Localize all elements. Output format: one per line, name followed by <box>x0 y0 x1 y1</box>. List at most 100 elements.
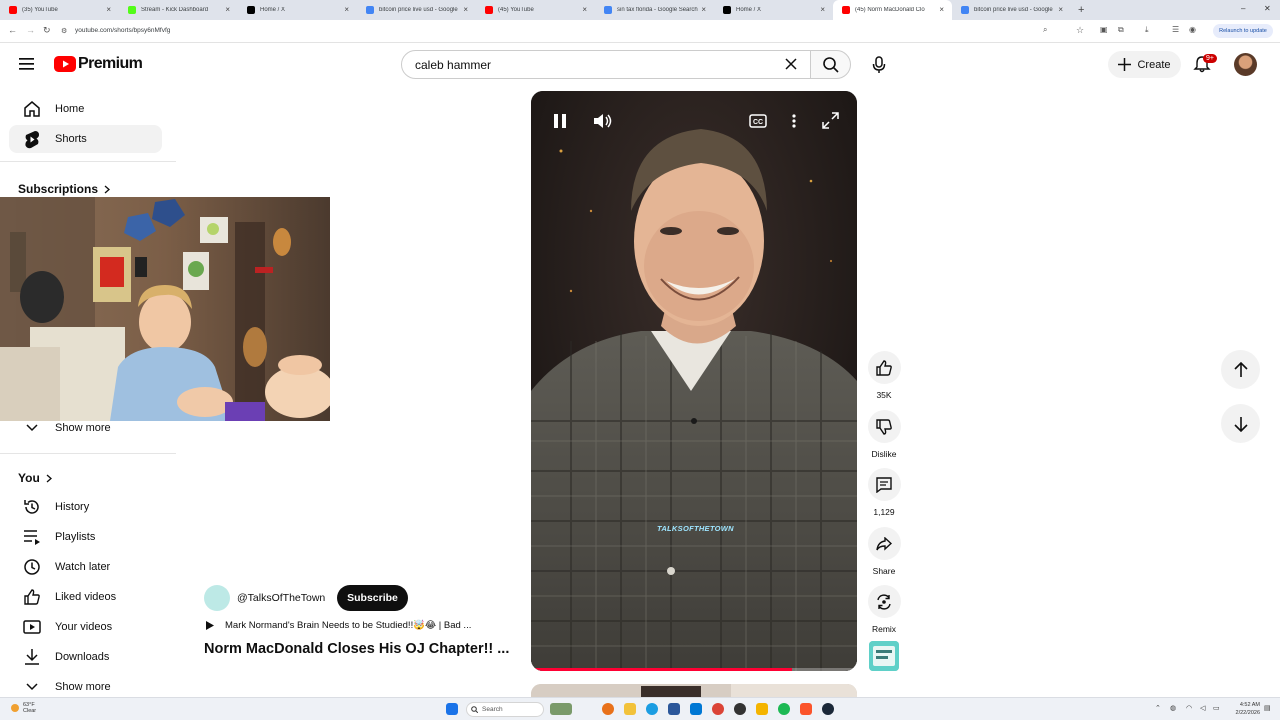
taskbar-clock[interactable]: 4:52 AM 2/22/2026 <box>1226 701 1260 717</box>
account-avatar[interactable] <box>1234 53 1257 76</box>
comments-button[interactable]: 1,129 <box>866 468 902 517</box>
puzzle-icon[interactable]: ⧉ <box>1118 25 1124 35</box>
short-title[interactable]: Norm MacDonald Closes His OJ Chapter!! .… <box>204 641 509 657</box>
back-icon[interactable]: ← <box>8 25 17 35</box>
bookmark-star-icon[interactable]: ☆ <box>1076 25 1084 36</box>
tab-close-icon[interactable]: × <box>1058 5 1063 14</box>
search-button[interactable] <box>810 50 851 79</box>
vlc-icon[interactable] <box>756 703 768 715</box>
share-button[interactable]: Share <box>866 527 902 576</box>
browser-tab[interactable]: bitcoin price live usd - Google × <box>952 0 1071 20</box>
weather-widget[interactable]: 63°F Clear <box>10 702 36 714</box>
chrome-icon[interactable] <box>712 703 724 715</box>
sidebar-item-history[interactable]: History <box>9 493 162 521</box>
premium-logo[interactable]: Premium <box>78 55 143 73</box>
subscribe-button[interactable]: Subscribe <box>337 585 408 611</box>
url-field[interactable]: youtube.com/shorts/bpsy6nMfvfg <box>75 27 170 34</box>
menu-icon[interactable] <box>19 57 35 71</box>
channel-avatar[interactable] <box>204 585 230 611</box>
widget-thumbnail-icon[interactable] <box>550 703 572 715</box>
tab-close-icon[interactable]: × <box>582 5 587 14</box>
file-explorer-icon[interactable] <box>624 703 636 715</box>
pause-button[interactable] <box>553 113 567 129</box>
channel-thumbnail[interactable] <box>869 641 899 671</box>
captions-button[interactable]: CC <box>749 114 767 128</box>
youtube-logo-icon[interactable] <box>54 56 76 72</box>
minimize-icon[interactable]: – <box>1241 4 1245 13</box>
channel-name[interactable]: @TalksOfTheTown <box>237 592 325 604</box>
reload-icon[interactable]: ↻ <box>43 25 51 36</box>
close-window-icon[interactable]: ✕ <box>1264 4 1271 13</box>
related-video-link[interactable]: Mark Normand's Brain Needs to be Studied… <box>205 620 471 631</box>
mail-icon[interactable] <box>690 703 702 715</box>
browser-tab[interactable]: bitcoin price live usd - Google × <box>357 0 476 20</box>
more-options-button[interactable] <box>791 113 797 129</box>
tab-close-icon[interactable]: × <box>820 5 825 14</box>
browser-tab[interactable]: Home / X × <box>714 0 833 20</box>
sidebar-item-liked-videos[interactable]: Liked videos <box>9 583 162 611</box>
notification-center-icon[interactable]: ▤ <box>1264 704 1271 712</box>
create-button[interactable]: Create <box>1108 51 1181 78</box>
site-info-icon[interactable]: ⚙ <box>61 27 67 35</box>
sidebar-item-home[interactable]: Home <box>9 95 162 123</box>
sidebar-item-downloads[interactable]: Downloads <box>9 643 162 671</box>
obs-icon[interactable] <box>734 703 746 715</box>
browser-tab[interactable]: Home / X × <box>238 0 357 20</box>
spotify-icon[interactable] <box>778 703 790 715</box>
relaunch-button[interactable]: Relaunch to update <box>1213 24 1273 38</box>
browser-tab[interactable]: sin tax florida - Google Search × <box>595 0 714 20</box>
browser-tab[interactable]: (45) Norm MacDonald Clo × <box>833 0 952 20</box>
download-browser-icon[interactable]: ⤓ <box>1145 25 1149 35</box>
sidebar-item-your-videos[interactable]: Your videos <box>9 613 162 641</box>
you-header[interactable]: You <box>18 471 52 485</box>
volume-button[interactable] <box>593 112 613 130</box>
next-short-button[interactable] <box>1221 404 1260 443</box>
edge-icon[interactable] <box>646 703 658 715</box>
dislike-button[interactable]: Dislike <box>866 410 902 459</box>
tab-close-icon[interactable]: × <box>344 5 349 14</box>
tab-close-icon[interactable]: × <box>225 5 230 14</box>
taskbar-search[interactable]: Search <box>466 702 544 717</box>
zoom-icon[interactable]: ⌕ <box>1043 25 1047 35</box>
tab-title: (35) YouTube <box>22 7 58 13</box>
browser-tab[interactable]: (45) YouTube × <box>476 0 595 20</box>
share-label: Share <box>872 566 896 576</box>
tab-close-icon[interactable]: × <box>701 5 706 14</box>
wifi-icon[interactable]: ◠ <box>1186 704 1192 712</box>
new-tab-button[interactable]: + <box>1078 4 1084 16</box>
battery-icon[interactable]: ▭ <box>1213 704 1220 712</box>
remix-button[interactable]: Remix <box>866 585 902 634</box>
tray-chevron-icon[interactable]: ⌃ <box>1155 704 1161 712</box>
browser-tab[interactable]: (35) YouTube × <box>0 0 119 20</box>
like-button[interactable]: 35K <box>866 351 902 400</box>
clear-search-icon[interactable] <box>784 56 798 72</box>
clock-date: 2/22/2026 <box>1235 710 1260 716</box>
brave-icon[interactable] <box>800 703 812 715</box>
tab-close-icon[interactable]: × <box>939 5 944 14</box>
tray-app-icon[interactable]: ◍ <box>1170 704 1176 712</box>
profile-icon[interactable]: ◉ <box>1189 25 1196 34</box>
store-icon[interactable] <box>668 703 680 715</box>
sidebar-item-shorts[interactable]: Shorts <box>9 125 162 153</box>
sidebar-item-watch-later[interactable]: Watch later <box>9 553 162 581</box>
search-input[interactable]: caleb hammer <box>401 50 811 79</box>
sidebar-item-playlists[interactable]: Playlists <box>9 523 162 551</box>
shorts-video-player[interactable]: CC TALKSOFTHETOWN <box>531 91 857 671</box>
tab-close-icon[interactable]: × <box>106 5 111 14</box>
start-menu-icon[interactable] <box>446 703 458 715</box>
browser-tab[interactable]: Stream - Kick Dashboard × <box>119 0 238 20</box>
speaker-icon[interactable]: ◁ <box>1200 704 1205 712</box>
fullscreen-button[interactable] <box>822 112 839 129</box>
sidebar-icon[interactable]: ☰ <box>1172 25 1179 34</box>
copilot-icon[interactable] <box>602 703 614 715</box>
previous-short-button[interactable] <box>1221 350 1260 389</box>
forward-icon[interactable]: → <box>26 25 35 35</box>
steam-icon[interactable] <box>822 703 834 715</box>
subscriptions-header[interactable]: Subscriptions <box>18 182 111 196</box>
sidebar-show-more-1[interactable]: Show more <box>9 414 162 442</box>
voice-search-button[interactable] <box>864 50 893 79</box>
taskbar-search-label: Search <box>482 706 503 713</box>
extension-icon[interactable]: ▣ <box>1100 25 1108 34</box>
progress-bar[interactable] <box>531 668 857 671</box>
tab-close-icon[interactable]: × <box>463 5 468 14</box>
